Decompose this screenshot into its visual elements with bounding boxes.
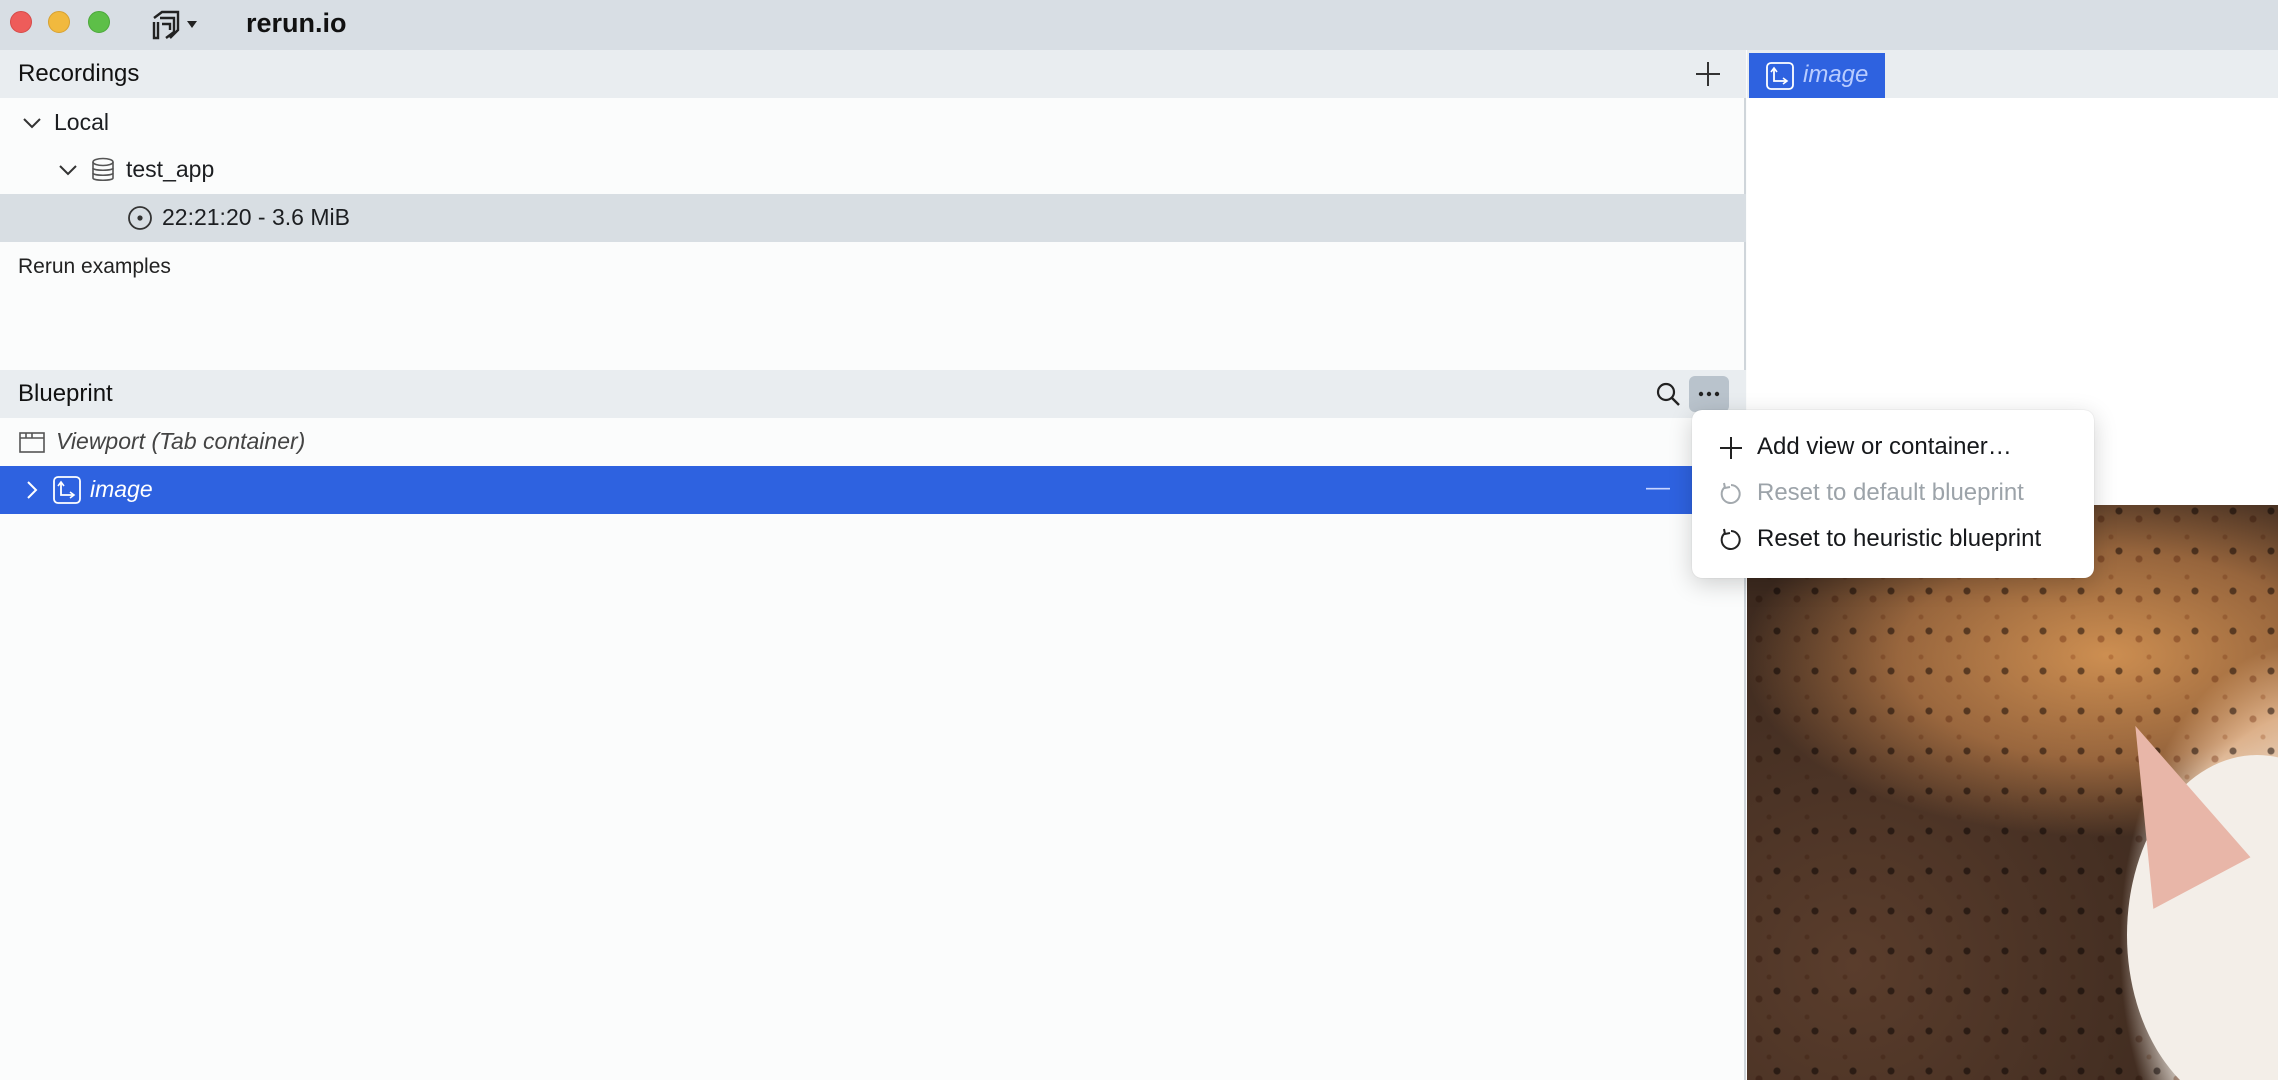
local-label: Local (54, 109, 109, 135)
menu-item-reset-heuristic[interactable]: Reset to heuristic blueprint (1692, 517, 2094, 561)
search-icon[interactable] (1654, 380, 1682, 408)
spatial-2d-view-icon (1766, 62, 1794, 90)
image-view-content[interactable] (1747, 505, 2278, 1080)
recordings-header: Recordings (0, 50, 1746, 98)
local-row[interactable]: Local (0, 99, 1746, 147)
recording-icon (128, 206, 152, 230)
app-title: rerun.io (246, 8, 347, 38)
image-view-row[interactable]: image — (0, 466, 1746, 514)
rerun-menu-button[interactable] (150, 8, 200, 42)
remove-view-button[interactable]: — (1646, 474, 1670, 502)
chevron-right-icon[interactable] (20, 478, 44, 502)
menu-item-reset-default[interactable]: Reset to default blueprint (1692, 471, 2094, 515)
app-id-label: test_app (126, 156, 215, 182)
viewport-label: Viewport (Tab container) (56, 428, 306, 454)
window-close-button[interactable] (10, 11, 32, 33)
caret-down-icon (187, 21, 197, 28)
window-maximize-button[interactable] (88, 11, 110, 33)
reset-icon (1720, 528, 1741, 550)
more-options-button[interactable] (1689, 376, 1729, 412)
window-minimize-button[interactable] (48, 11, 70, 33)
blueprint-header: Blueprint (0, 370, 1746, 418)
ellipsis-icon (1698, 391, 1720, 397)
title-bar: rerun.io (0, 0, 2278, 50)
menu-item-label: Reset to default blueprint (1757, 479, 2024, 506)
plus-icon (1720, 437, 1742, 459)
tab-container-icon (19, 432, 45, 453)
database-icon (92, 157, 114, 182)
blueprint-context-menu: Add view or container… Reset to default … (1692, 410, 2094, 578)
menu-item-label: Reset to heuristic blueprint (1757, 525, 2042, 552)
viewport-row[interactable]: Viewport (Tab container) (0, 418, 1746, 466)
recording-row[interactable]: 22:21:20 - 3.6 MiB (0, 194, 1746, 242)
left-panel: Recordings Local test_app 22:21:20 - 3.6… (0, 50, 1746, 1080)
add-recording-icon[interactable] (1693, 59, 1723, 89)
tab-image[interactable]: image (1749, 53, 1885, 98)
image-view-label: image (90, 476, 153, 502)
chevron-down-icon[interactable] (20, 111, 44, 135)
tab-image-label: image (1803, 61, 1869, 88)
app-row[interactable]: test_app (0, 146, 1746, 194)
spatial-2d-view-icon (53, 476, 81, 504)
reset-icon (1720, 482, 1741, 504)
blueprint-title: Blueprint (18, 380, 113, 407)
menu-item-add-view[interactable]: Add view or container… (1692, 425, 2094, 469)
viewer-tab-strip: image (1747, 50, 2278, 98)
recording-label: 22:21:20 - 3.6 MiB (162, 204, 350, 230)
chevron-down-icon[interactable] (56, 158, 80, 182)
rerun-examples-link[interactable]: Rerun examples (18, 255, 171, 279)
recordings-title: Recordings (18, 60, 140, 87)
menu-item-label: Add view or container… (1757, 433, 2012, 460)
rerun-logo-icon (152, 10, 180, 40)
